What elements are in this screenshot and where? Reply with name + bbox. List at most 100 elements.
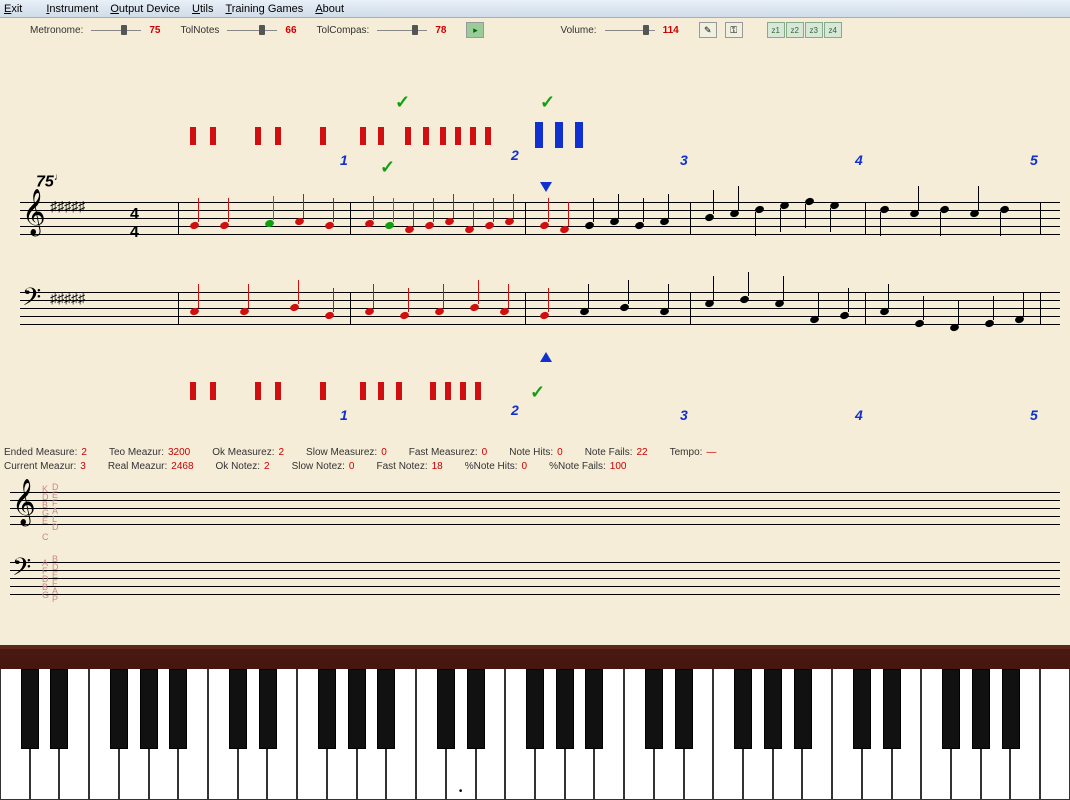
- piano-white-key[interactable]: [59, 669, 89, 800]
- piano-white-key[interactable]: [30, 669, 60, 800]
- piano-white-key[interactable]: [594, 669, 624, 800]
- piano-white-key[interactable]: [327, 669, 357, 800]
- piano-white-key[interactable]: [178, 669, 208, 800]
- treble-clef-icon: 𝄞: [12, 480, 36, 525]
- piano-white-key[interactable]: [386, 669, 416, 800]
- stat-value: 2: [278, 446, 284, 460]
- stat-label: Ok Measurez:: [212, 446, 274, 460]
- bass-staff: 𝄢 ♯♯♯♯♯: [20, 292, 1060, 324]
- piano-white-key[interactable]: [149, 669, 179, 800]
- piano-keyboard[interactable]: •: [0, 645, 1070, 800]
- piano-white-key[interactable]: [713, 669, 743, 800]
- note: [1014, 315, 1025, 325]
- note-guide: P: [52, 594, 58, 604]
- zoom-2[interactable]: z2: [786, 22, 804, 38]
- piano-white-key[interactable]: [505, 669, 535, 800]
- pen-icon[interactable]: ✎: [699, 22, 717, 38]
- input-staves: 𝄞 𝄢 K D B G E C D E F A L D A F D B G B …: [0, 482, 1070, 612]
- piano-white-key[interactable]: [624, 669, 654, 800]
- measure-number: 1: [340, 152, 348, 168]
- tolcompas-slider[interactable]: [377, 30, 427, 31]
- stat-value: 2: [81, 446, 87, 460]
- toolbar: Metronome: 75 TolNotes 66 TolCompas: 78 …: [0, 18, 1070, 42]
- piano-white-key[interactable]: [951, 669, 981, 800]
- note: [294, 217, 305, 227]
- menu-about[interactable]: About: [315, 3, 344, 15]
- piano-white-key[interactable]: •: [446, 669, 476, 800]
- measure-number: 3: [680, 152, 688, 168]
- note: [404, 225, 415, 235]
- menu-exit[interactable]: Exit: [4, 3, 34, 15]
- zoom-1[interactable]: z1: [767, 22, 785, 38]
- menu-training-games[interactable]: Training Games: [225, 3, 303, 15]
- piano-white-key[interactable]: [743, 669, 773, 800]
- piano-white-key[interactable]: [684, 669, 714, 800]
- tolnotes-label: TolNotes: [180, 25, 219, 36]
- metronome-value: 75: [149, 25, 160, 36]
- menu-output-device[interactable]: Output Device: [110, 3, 180, 15]
- note: [729, 209, 740, 219]
- piano-white-key[interactable]: [416, 669, 446, 800]
- cursor-marker-icon: [540, 182, 552, 192]
- note: [324, 221, 335, 231]
- treble-clef-icon: 𝄞: [22, 190, 46, 235]
- piano-white-key[interactable]: [89, 669, 119, 800]
- zoom-3[interactable]: z3: [805, 22, 823, 38]
- note: [464, 225, 475, 235]
- piano-white-key[interactable]: [892, 669, 922, 800]
- note: [704, 213, 715, 223]
- piano-white-key[interactable]: [802, 669, 832, 800]
- stat-label: %Note Fails:: [549, 460, 606, 474]
- stat-label: Note Fails:: [585, 446, 633, 460]
- tick-icon: [190, 382, 196, 400]
- piano-white-key[interactable]: [238, 669, 268, 800]
- piano-white-key[interactable]: [654, 669, 684, 800]
- stat-label: Fast Notez:: [376, 460, 427, 474]
- tick-icon: [210, 127, 216, 145]
- note: [364, 307, 375, 317]
- zoom-4[interactable]: z4: [824, 22, 842, 38]
- stat-label: Ok Notez:: [216, 460, 260, 474]
- piano-white-key[interactable]: [119, 669, 149, 800]
- piano-white-key[interactable]: [832, 669, 862, 800]
- piano-white-key[interactable]: [267, 669, 297, 800]
- piano-white-key[interactable]: [0, 669, 30, 800]
- note: [469, 303, 480, 313]
- piano-white-key[interactable]: [208, 669, 238, 800]
- piano-white-key[interactable]: [535, 669, 565, 800]
- metronome-label: Metronome:: [30, 25, 83, 36]
- piano-white-key[interactable]: [357, 669, 387, 800]
- piano-white-key[interactable]: [1040, 669, 1070, 800]
- key-signature: ♯♯♯♯♯: [50, 198, 85, 214]
- piano-white-key[interactable]: [773, 669, 803, 800]
- tolcompas-label: TolCompas:: [317, 25, 370, 36]
- tick-icon: [255, 382, 261, 400]
- stat-value: 3: [80, 460, 86, 474]
- piano-white-key[interactable]: [565, 669, 595, 800]
- note: [539, 311, 550, 321]
- piano-white-key[interactable]: [476, 669, 506, 800]
- tolnotes-slider[interactable]: [227, 30, 277, 31]
- piano-white-key[interactable]: [297, 669, 327, 800]
- tolnotes-value: 66: [285, 25, 296, 36]
- piano-white-key[interactable]: [921, 669, 951, 800]
- tick-icon: [378, 382, 384, 400]
- piano-white-key[interactable]: [981, 669, 1011, 800]
- menu-instrument[interactable]: Instrument: [46, 3, 98, 15]
- stat-label: Fast Measurez:: [409, 446, 478, 460]
- volume-slider[interactable]: [605, 30, 655, 31]
- menu-utils[interactable]: Utils: [192, 3, 213, 15]
- note: [659, 307, 670, 317]
- stat-label: Slow Notez:: [292, 460, 345, 474]
- tick-icon: [255, 127, 261, 145]
- stat-value: 0: [557, 446, 563, 460]
- key-icon[interactable]: ⚿: [725, 22, 743, 38]
- metronome-slider[interactable]: [91, 30, 141, 31]
- stat-label: Ended Measure:: [4, 446, 77, 460]
- piano-white-key[interactable]: [1010, 669, 1040, 800]
- play-icon[interactable]: ▸: [466, 22, 484, 38]
- note: [424, 221, 435, 231]
- stat-value: 2: [264, 460, 270, 474]
- piano-white-key[interactable]: [862, 669, 892, 800]
- tick-icon: [430, 382, 436, 400]
